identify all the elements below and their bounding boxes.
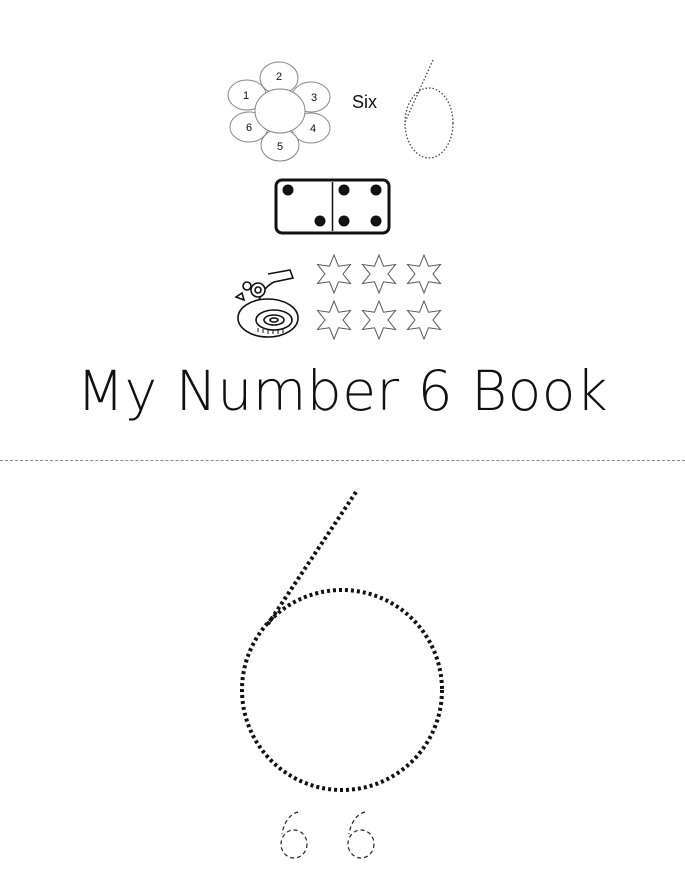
domino-pip-right xyxy=(338,215,350,227)
domino-pip-left xyxy=(314,215,326,227)
domino-pip-right xyxy=(370,215,382,227)
book-title: My Number 6 Book xyxy=(76,359,609,423)
star-icon xyxy=(406,254,442,295)
number-word: Six xyxy=(352,92,378,112)
domino-pip-right xyxy=(338,184,350,196)
petal-label: 2 xyxy=(276,71,282,83)
cut-line-divider xyxy=(0,460,685,461)
tracing-six-small-1 xyxy=(280,811,308,859)
flower-illustration: 1 2 3 4 5 6 xyxy=(227,61,331,162)
domino-pip-right xyxy=(370,184,382,196)
petal-label: 6 xyxy=(246,122,252,134)
dotted-six-small xyxy=(404,59,454,159)
tracing-six-small-2 xyxy=(347,811,375,859)
stars-illustration xyxy=(316,254,442,340)
star-icon xyxy=(406,299,442,340)
snail-six-illustration xyxy=(234,269,299,338)
flower-center xyxy=(254,88,306,134)
petal-label: 5 xyxy=(277,141,283,153)
tracing-six-large xyxy=(240,490,444,792)
domino-pip-left xyxy=(282,184,294,196)
star-icon xyxy=(316,299,352,340)
star-icon xyxy=(361,254,397,295)
star-icon xyxy=(316,254,352,295)
domino-illustration xyxy=(274,178,391,235)
petal-label: 4 xyxy=(310,123,316,135)
star-icon xyxy=(361,299,397,340)
petal-label: 3 xyxy=(311,92,317,104)
petal-label: 1 xyxy=(243,90,249,102)
